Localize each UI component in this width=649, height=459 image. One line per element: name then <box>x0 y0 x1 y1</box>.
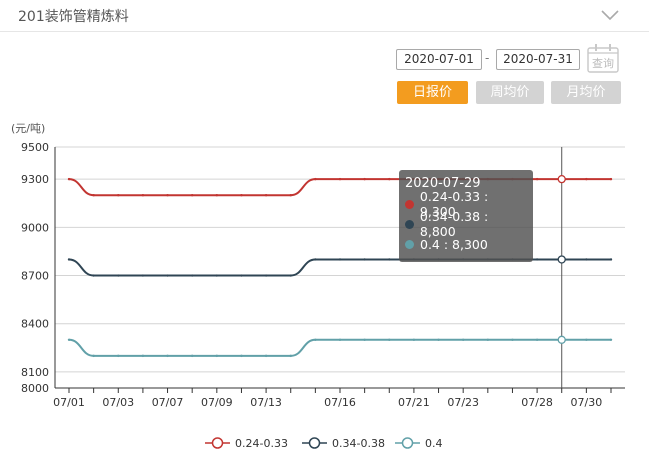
series-line <box>68 338 611 357</box>
data-point <box>314 258 317 261</box>
data-point <box>190 354 194 358</box>
x-tick-label: 07/13 <box>250 396 282 409</box>
y-tick-label: 9500 <box>21 141 49 154</box>
data-point <box>92 194 95 197</box>
data-point <box>314 177 317 181</box>
series-dot-icon <box>405 199 414 209</box>
data-point <box>117 274 120 277</box>
y-tick-label: 8700 <box>21 270 49 283</box>
data-point <box>412 338 416 341</box>
x-tick-label: 07/28 <box>521 396 553 409</box>
legend-marker-icon <box>211 437 224 449</box>
legend-label: 0.34-0.38 <box>332 437 385 450</box>
tooltip-value: 0.4 : 8,300 <box>420 236 488 252</box>
y-tick-label: 8100 <box>21 366 49 379</box>
data-point <box>264 354 268 358</box>
legend-label: 0.4 <box>425 437 443 450</box>
data-point <box>67 177 71 181</box>
data-point <box>609 177 613 181</box>
data-point <box>363 177 366 181</box>
data-point <box>264 274 268 277</box>
data-point <box>215 274 219 277</box>
hover-point <box>557 255 566 264</box>
data-point <box>141 194 145 197</box>
legend-marker-icon <box>308 437 321 449</box>
series-dot-icon <box>405 239 414 249</box>
data-point <box>166 354 169 358</box>
data-point <box>67 258 71 261</box>
data-point <box>388 177 391 181</box>
data-point <box>363 258 366 261</box>
data-point <box>388 258 391 261</box>
x-tick-label: 07/30 <box>571 396 603 409</box>
legend-label: 0.24-0.33 <box>235 437 288 450</box>
x-tick-label: 07/16 <box>324 396 356 409</box>
data-point <box>141 354 145 358</box>
data-point <box>117 354 120 358</box>
series-dot-icon <box>405 219 414 229</box>
y-tick-label: 9300 <box>21 173 49 186</box>
x-tick-label: 07/23 <box>447 396 479 409</box>
data-point <box>585 338 588 341</box>
x-tick-label: 07/01 <box>53 396 85 409</box>
data-point <box>215 354 219 358</box>
data-point <box>289 194 292 197</box>
data-point <box>240 274 243 277</box>
y-tick-label: 8400 <box>21 318 49 331</box>
price-line-chart: 8000 8100 8400 8700 9000 9300 9500 07/01 07/03 07… <box>21 141 625 450</box>
data-point <box>535 338 539 341</box>
data-point <box>215 194 219 197</box>
data-point <box>240 354 243 358</box>
x-tick-label: 07/03 <box>102 396 134 409</box>
tooltip-value: 0.34-0.38 : 8,800 <box>419 209 489 239</box>
data-point <box>190 274 194 277</box>
data-point <box>314 338 317 341</box>
data-point <box>338 177 342 181</box>
data-point <box>338 338 342 341</box>
data-point <box>363 338 366 341</box>
data-point <box>437 338 440 341</box>
data-point <box>535 258 539 261</box>
hover-point <box>557 335 566 344</box>
data-point <box>240 194 243 197</box>
data-point <box>511 338 514 341</box>
chart-tooltip: 2020-07-29 0.24-0.33 : 9,300 0.34-0.38 :… <box>399 170 533 262</box>
data-point <box>166 274 169 277</box>
data-point <box>190 194 194 197</box>
data-point <box>141 274 145 277</box>
data-point <box>585 258 588 261</box>
data-point <box>289 274 292 277</box>
hover-point <box>557 174 566 184</box>
data-point <box>92 354 95 358</box>
data-point <box>388 338 391 341</box>
data-point <box>535 177 539 181</box>
data-point <box>166 194 169 197</box>
x-tick-label: 07/07 <box>152 396 184 409</box>
x-tick-label: 07/09 <box>201 396 233 409</box>
data-point <box>609 338 613 341</box>
data-point <box>338 258 342 261</box>
data-point <box>117 194 120 197</box>
tooltip-row: 0.34-0.38 : 8,800 <box>405 209 527 239</box>
data-point <box>92 274 95 277</box>
x-tick-label: 07/21 <box>398 396 430 409</box>
data-point <box>585 177 588 181</box>
data-point <box>486 338 490 341</box>
data-point <box>461 338 465 341</box>
data-point <box>264 194 268 197</box>
y-tick-label: 8000 <box>21 382 49 395</box>
data-point <box>67 338 71 341</box>
y-tick-label: 9000 <box>21 221 49 234</box>
data-point <box>289 354 292 358</box>
legend-marker-icon <box>401 437 414 449</box>
data-point <box>609 258 613 261</box>
